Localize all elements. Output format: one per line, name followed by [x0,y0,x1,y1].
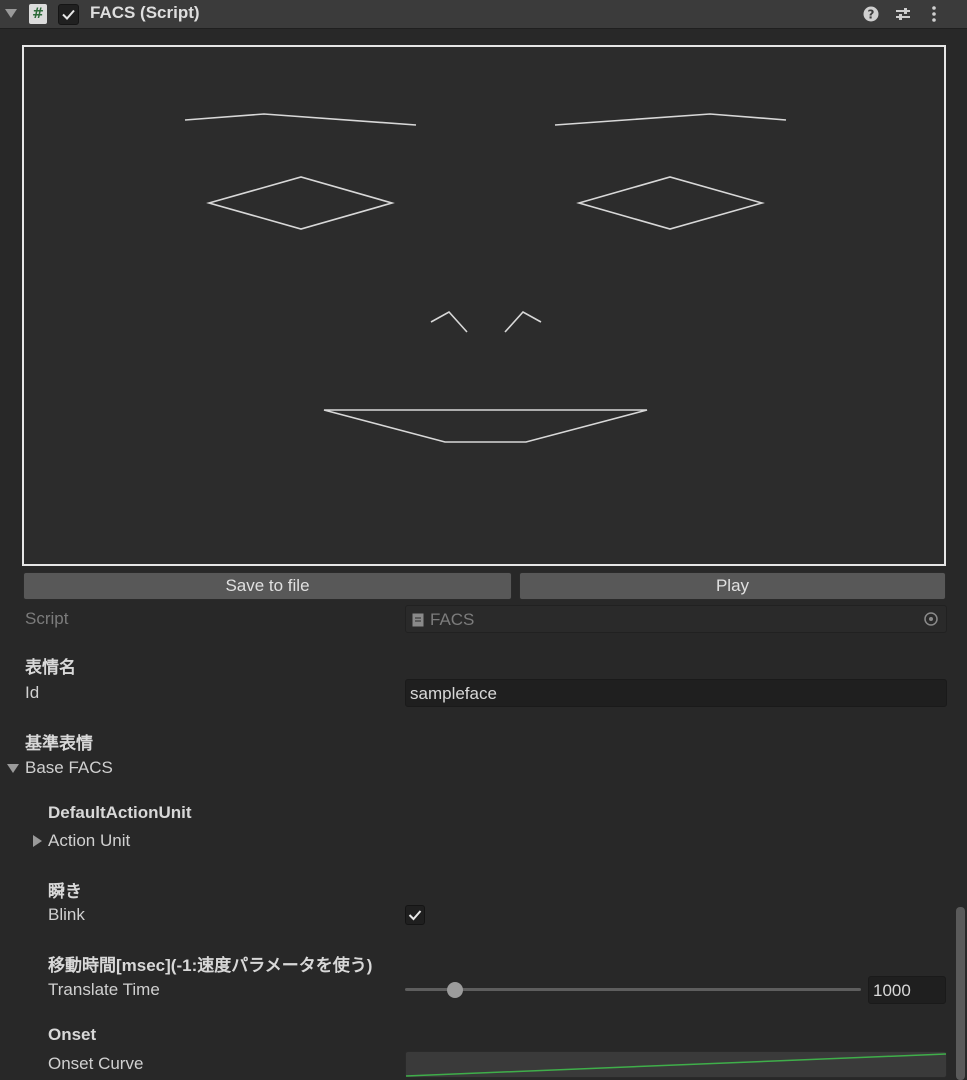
base-facs-foldout-icon[interactable] [7,764,19,773]
translate-time-input[interactable]: 1000 [868,976,946,1004]
onset-header: Onset [48,1025,97,1044]
translate-time-slider-thumb[interactable] [447,982,464,998]
onset-curve-field[interactable] [405,1051,947,1078]
id-text-value: sampleface [410,684,497,703]
right-eyebrow [554,113,787,126]
translate-time-value: 1000 [873,981,911,1000]
base-facs-foldout[interactable]: Base FACS [25,758,113,778]
script-object-field: FACS [405,605,947,633]
right-eye [576,176,765,230]
action-unit-foldout[interactable]: Action Unit [48,831,130,851]
left-eye [206,176,395,230]
blink-checkbox[interactable] [405,905,425,925]
checkmark-icon [62,9,75,20]
inspector-scrollbar[interactable] [956,907,965,1080]
id-label: Id [25,683,40,702]
save-to-file-button[interactable]: Save to file [23,572,512,600]
nose-right [504,310,542,333]
component-enabled-checkbox[interactable] [58,4,79,25]
face-drawing [184,113,787,443]
play-button[interactable]: Play [519,572,946,600]
translate-time-slider-track[interactable] [405,988,861,991]
action-unit-foldout-icon[interactable] [33,835,42,847]
id-section-header: 表情名 [25,658,76,677]
onset-curve-graph [406,1053,946,1077]
script-object-value: FACS [430,610,475,629]
presets-icon[interactable] [893,4,913,24]
base-section-header: 基準表情 [25,734,93,753]
inspector-panel: # FACS (Script) ? Save to file Play Scri… [0,0,967,1080]
component-title: FACS (Script) [90,3,200,22]
mouth [323,409,648,443]
script-label: Script [25,609,69,628]
help-icon[interactable]: ? [861,4,881,24]
id-text-field[interactable]: sampleface [405,679,947,707]
blink-header: 瞬き [48,882,82,901]
blink-label: Blink [48,905,85,924]
onset-curve-label: Onset Curve [48,1054,144,1073]
object-picker-icon[interactable] [923,611,939,627]
face-preview [22,45,946,566]
default-action-unit-header: DefaultActionUnit [48,803,192,822]
component-header[interactable]: # FACS (Script) ? [0,0,967,29]
script-icon: # [29,4,47,24]
checkmark-icon [408,910,422,921]
nose-left [430,310,468,333]
svg-text:?: ? [868,8,875,22]
translate-header: 移動時間[msec](-1:速度パラメータを使う) [48,956,373,975]
more-menu-icon[interactable] [924,4,944,24]
translate-time-label: Translate Time [48,980,160,999]
foldout-arrow-icon[interactable] [5,9,17,18]
left-eyebrow [184,113,417,126]
script-file-icon [412,613,424,627]
